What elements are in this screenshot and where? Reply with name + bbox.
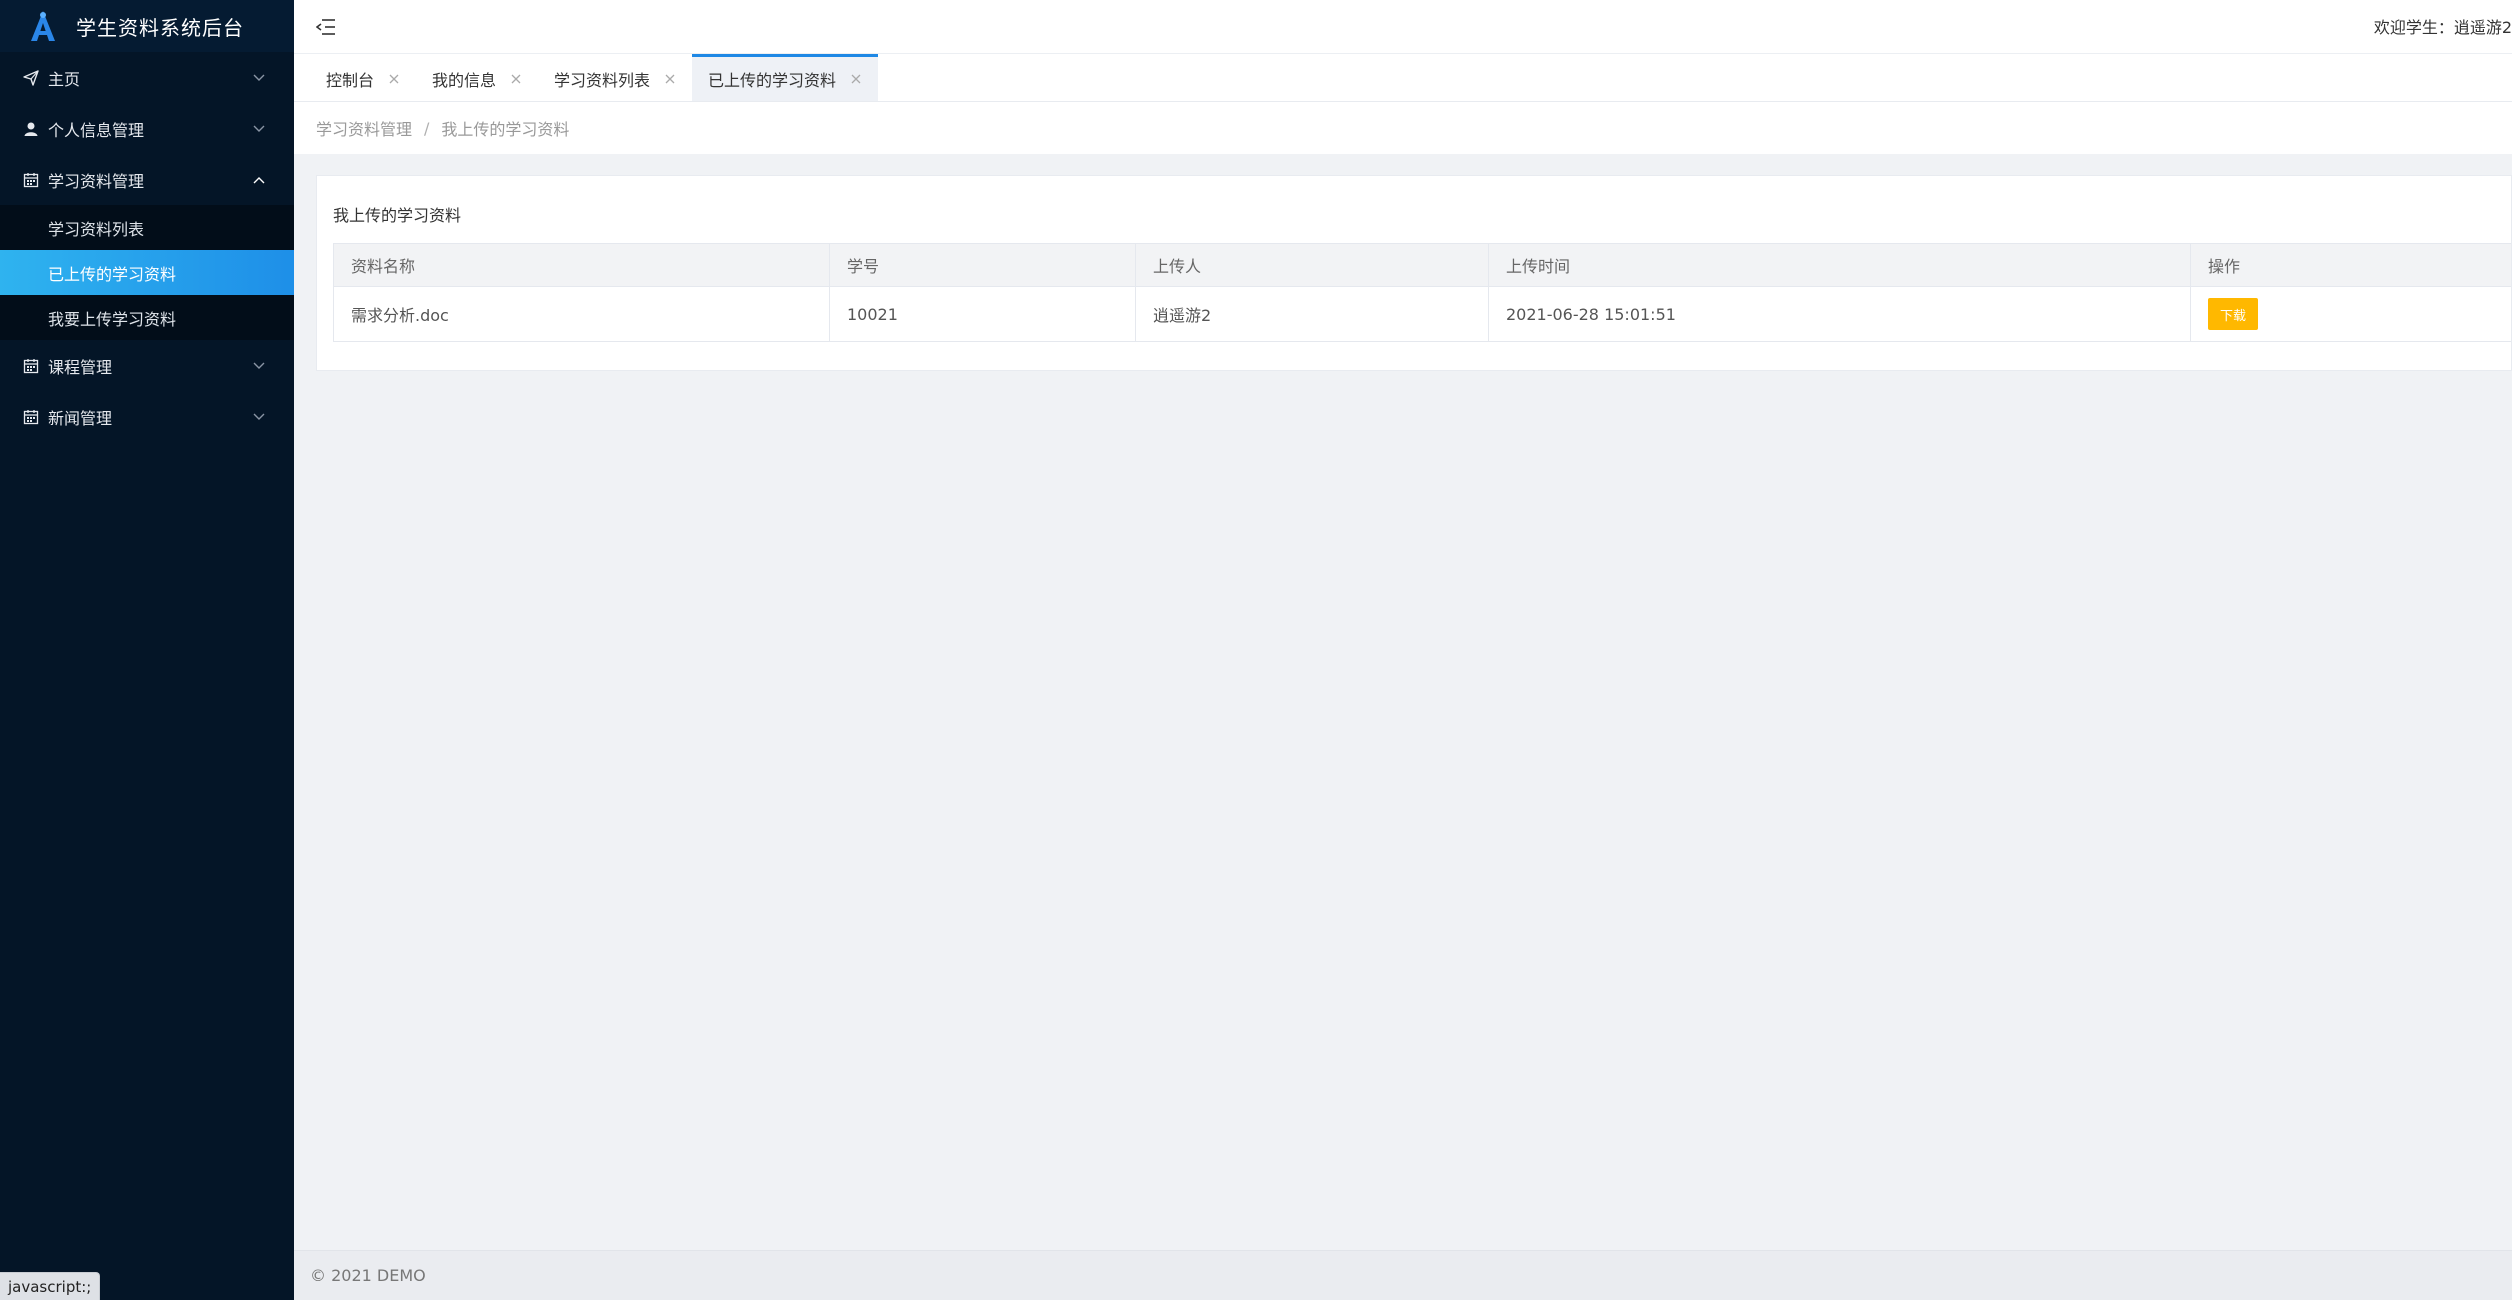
sidebar-item-profile[interactable]: 个人信息管理 xyxy=(0,103,294,154)
app-title: 学生资料系统后台 xyxy=(76,15,244,40)
app-root: 学生资料系统后台 主页 个人信息管理 学习资料管理 学习资料列表 已上传的学习资… xyxy=(0,0,2512,1300)
download-button[interactable]: 下载 xyxy=(2208,298,2258,330)
table-header: 资料名称 学号 上传人 上传时间 操作 xyxy=(334,244,2511,287)
tab-label: 已上传的学习资料 xyxy=(708,71,837,90)
tab-uploaded-materials[interactable]: 已上传的学习资料 xyxy=(692,54,879,101)
close-icon[interactable] xyxy=(664,73,676,85)
tab-label: 控制台 xyxy=(326,71,375,90)
table-row: 需求分析.doc 10021 逍遥游2 2021-06-28 15:01:51 … xyxy=(334,287,2511,341)
cell-actions: 下载 xyxy=(2191,287,2511,341)
cell-uploader: 逍遥游2 xyxy=(1136,287,1489,341)
breadcrumb-item-current: 我上传的学习资料 xyxy=(441,120,570,139)
breadcrumb: 学习资料管理 / 我上传的学习资料 xyxy=(294,102,2512,154)
sidebar-item-study-materials[interactable]: 学习资料管理 xyxy=(0,154,294,205)
user-icon xyxy=(22,120,40,138)
logo-icon xyxy=(28,9,58,43)
column-header: 资料名称 xyxy=(334,244,830,286)
cell-upload-time: 2021-06-28 15:01:51 xyxy=(1489,287,2191,341)
sidebar-item-label: 课程管理 xyxy=(48,357,113,377)
tab-label: 学习资料列表 xyxy=(554,71,651,90)
calendar-icon xyxy=(22,357,40,375)
sidebar-item-news[interactable]: 新闻管理 xyxy=(0,391,294,442)
sidebar-item-label: 新闻管理 xyxy=(48,408,113,428)
sidebar-item-label: 主页 xyxy=(48,69,81,89)
sidebar: 学生资料系统后台 主页 个人信息管理 学习资料管理 学习资料列表 已上传的学习资… xyxy=(0,0,294,1300)
close-icon[interactable] xyxy=(850,73,862,85)
column-header: 学号 xyxy=(830,244,1136,286)
sidebar-item-home[interactable]: 主页 xyxy=(0,52,294,103)
logo-area: 学生资料系统后台 xyxy=(0,0,294,52)
card-title: 我上传的学习资料 xyxy=(333,206,462,225)
tab-label: 我的信息 xyxy=(432,71,497,90)
breadcrumb-separator: / xyxy=(424,118,430,138)
column-header: 上传人 xyxy=(1136,244,1489,286)
breadcrumb-item[interactable]: 学习资料管理 xyxy=(316,116,412,140)
tab-material-list[interactable]: 学习资料列表 xyxy=(538,54,692,101)
chevron-down-icon xyxy=(252,410,266,424)
materials-table: 资料名称 学号 上传人 上传时间 操作 需求分析.doc 10021 逍遥游2 … xyxy=(333,243,2511,342)
paper-plane-icon xyxy=(22,69,40,87)
content-card: 我上传的学习资料 资料名称 学号 上传人 上传时间 操作 需求分析.doc 10… xyxy=(316,175,2512,371)
browser-status-url: javascript:; xyxy=(0,1272,101,1300)
column-header: 上传时间 xyxy=(1489,244,2191,286)
tab-dashboard[interactable]: 控制台 xyxy=(310,54,416,101)
submenu-study-materials: 学习资料列表 已上传的学习资料 我要上传学习资料 xyxy=(0,205,294,340)
welcome-text[interactable]: 欢迎学生：逍遥游2 xyxy=(2374,14,2512,38)
calendar-icon xyxy=(22,171,40,189)
copyright-text: © 2021 DEMO xyxy=(310,1266,426,1285)
cell-material-name: 需求分析.doc xyxy=(334,287,830,341)
calendar-icon xyxy=(22,408,40,426)
close-icon[interactable] xyxy=(510,73,522,85)
sidebar-subitem-material-list[interactable]: 学习资料列表 xyxy=(0,205,294,250)
chevron-down-icon xyxy=(252,359,266,373)
sidebar-subitem-upload-material[interactable]: 我要上传学习资料 xyxy=(0,295,294,340)
tab-my-info[interactable]: 我的信息 xyxy=(416,54,538,101)
sidebar-subitem-uploaded-materials[interactable]: 已上传的学习资料 xyxy=(0,250,294,295)
sidebar-item-label: 学习资料管理 xyxy=(48,171,145,191)
menu-toggle-icon[interactable] xyxy=(316,18,336,36)
cell-student-id: 10021 xyxy=(830,287,1136,341)
footer: © 2021 DEMO xyxy=(294,1250,2512,1300)
chevron-down-icon xyxy=(252,122,266,136)
chevron-down-icon xyxy=(252,71,266,85)
top-header: 欢迎学生：逍遥游2 xyxy=(294,0,2512,54)
column-header: 操作 xyxy=(2208,257,2241,276)
sidebar-item-label: 个人信息管理 xyxy=(48,120,145,140)
sidebar-item-courses[interactable]: 课程管理 xyxy=(0,340,294,391)
tab-bar: 控制台 我的信息 学习资料列表 已上传的学习资料 xyxy=(294,54,2512,102)
chevron-up-icon xyxy=(252,173,266,187)
close-icon[interactable] xyxy=(388,73,400,85)
